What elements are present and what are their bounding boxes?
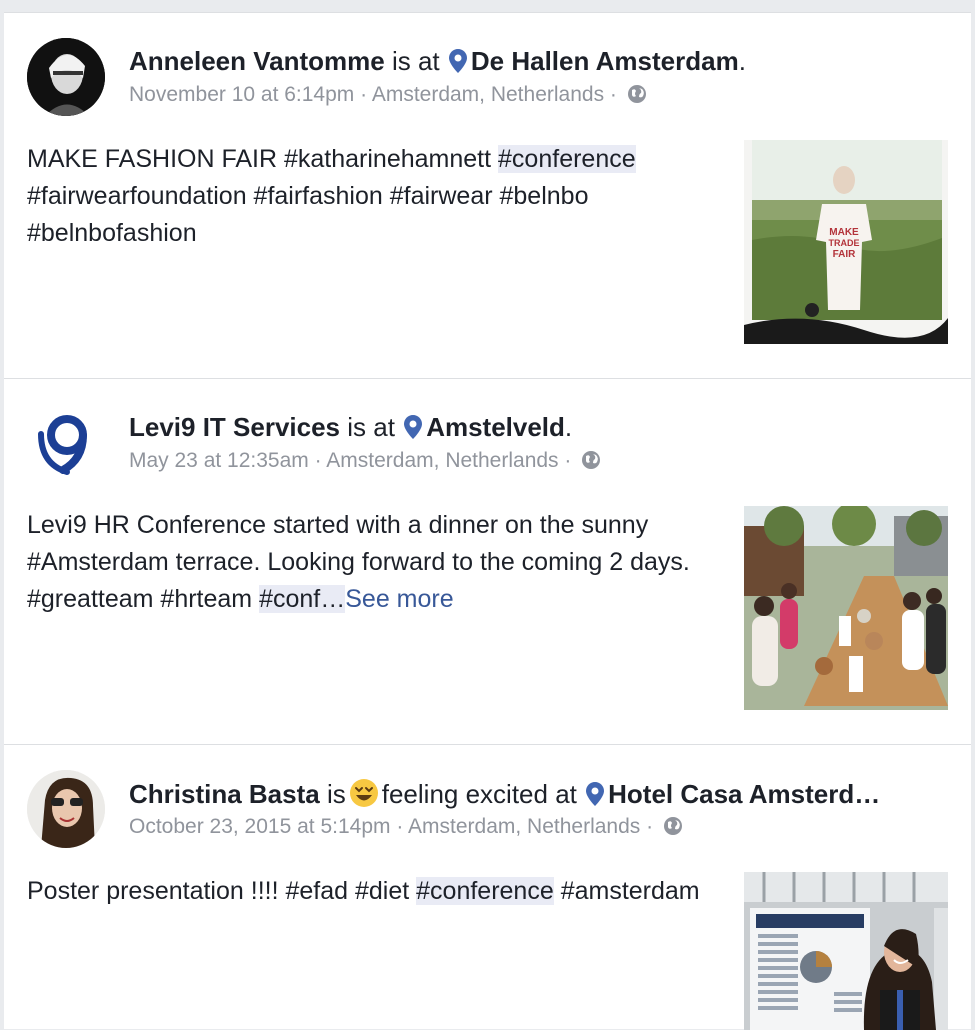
place-suffix: . [738,46,746,76]
post-meta: November 10 at 6:14pm · Amsterdam, Nethe… [129,83,647,107]
meta-separator: · [604,83,623,106]
avatar[interactable] [27,404,105,482]
post-location[interactable]: Amsterdam, Netherlands [372,83,604,106]
post-text: Levi9 HR Conference started with a dinne… [27,507,727,618]
post-date[interactable]: October 23, 2015 at 5:14pm [129,815,391,838]
post-photo: MAKE TRADE FAIR [744,140,948,344]
post-photo [744,506,948,710]
shirt-text-fair: FAIR [833,249,857,260]
avatar[interactable] [27,38,105,116]
hashtag-highlight[interactable]: #conf… [259,585,346,613]
connector-text: is at [347,412,395,442]
excited-emoji-icon [349,779,378,807]
post-card: Christina Basta is feeling excited at Hot… [4,744,971,1030]
place-name[interactable]: De Hallen Amsterdam [471,46,739,76]
levi9-logo-icon [38,415,87,475]
post-card: Anneleen Vantomme is at De Hallen Amster… [4,12,971,378]
post-text-part: #fairwearfoundation #fairfashion #fairwe… [27,182,589,247]
place-name[interactable]: Hotel Casa Amsterd… [608,779,880,809]
post-header: Christina Basta is feeling excited at Hot… [129,778,880,810]
post-text-part: Poster presentation !!!! #efad #diet [27,877,417,905]
connector-text: is [326,779,346,809]
meta-separator: · [308,449,327,472]
meta-separator: · [640,815,659,838]
avatar-image [27,770,105,848]
avatar-image [27,38,105,116]
globe-icon[interactable] [627,84,647,104]
location-pin-icon [404,415,423,439]
author-name[interactable]: Christina Basta [129,779,320,809]
place-name[interactable]: Amstelveld [426,412,565,442]
meta-separator: · [354,83,372,106]
post-card: Levi9 IT Services is at Amstelveld. May … [4,378,971,744]
post-thumbnail[interactable] [744,506,948,710]
place-suffix: . [564,412,573,442]
post-meta: October 23, 2015 at 5:14pm · Amsterdam, … [129,815,683,839]
location-pin-icon [586,782,605,806]
hashtag-highlight[interactable]: #conference [498,145,636,173]
post-location[interactable]: Amsterdam, Netherlands [408,815,640,838]
post-header: Levi9 IT Services is at Amstelveld. [129,412,572,443]
post-photo [744,872,948,1030]
see-more-link[interactable]: See more [345,585,453,613]
post-text: MAKE FASHION FAIR #katharinehamnett #con… [27,141,727,252]
location-pin-icon [448,49,467,73]
post-header: Anneleen Vantomme is at De Hallen Amster… [129,46,746,77]
globe-icon[interactable] [581,450,601,470]
post-text-part: #amsterdam [553,877,700,905]
avatar[interactable] [27,770,105,848]
post-date[interactable]: November 10 at 6:14pm [129,83,354,106]
author-name[interactable]: Levi9 IT Services [129,412,340,442]
post-thumbnail[interactable] [744,872,948,1030]
meta-separator: · [390,815,409,838]
feeling-text: feeling excited at [381,779,577,809]
post-thumbnail[interactable]: MAKE TRADE FAIR [744,140,948,344]
author-name[interactable]: Anneleen Vantomme [129,46,385,76]
meta-separator: · [558,449,578,472]
post-meta: May 23 at 12:35am · Amsterdam, Netherlan… [129,449,601,473]
post-date[interactable]: May 23 at 12:35am [129,449,309,472]
hashtag-highlight[interactable]: #conference [416,877,554,905]
post-text: Poster presentation !!!! #efad #diet #co… [27,873,727,910]
shirt-text-make: MAKE [829,227,859,238]
shirt-text-trade: TRADE [829,238,860,248]
post-location[interactable]: Amsterdam, Netherlands [326,449,558,472]
post-text-part: MAKE FASHION FAIR #katharinehamnett [27,145,499,173]
connector-text: is at [391,46,440,76]
globe-icon[interactable] [663,816,683,836]
